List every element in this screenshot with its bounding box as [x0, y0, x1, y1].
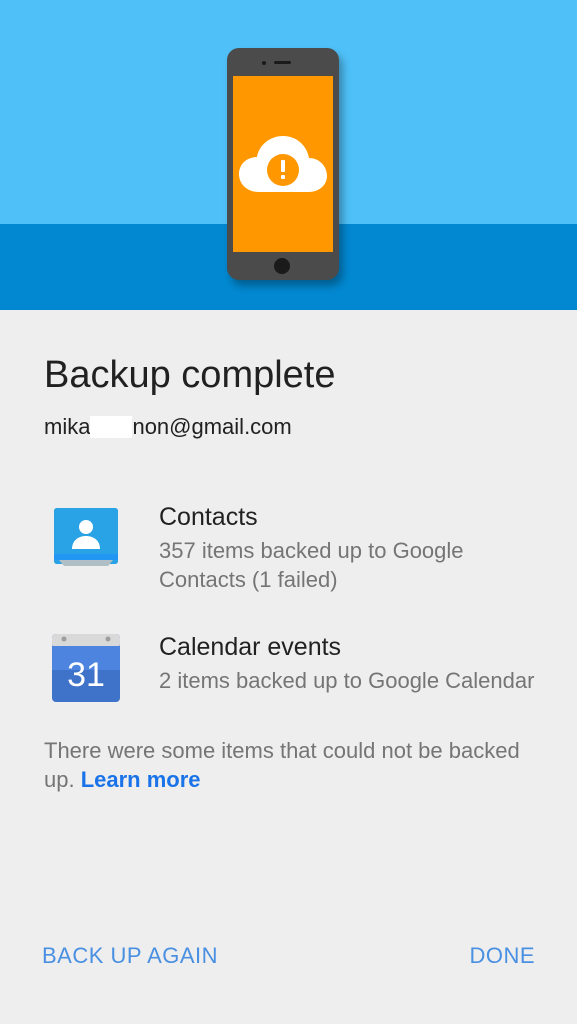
account-email-suffix: non@gmail.com — [132, 414, 292, 439]
account-email-prefix: mika — [44, 414, 91, 439]
calendar-icon: 31 — [52, 634, 120, 702]
redaction-mark — [90, 415, 133, 438]
phone-screen — [233, 76, 333, 252]
item-description: 357 items backed up to Google Contacts (… — [159, 538, 464, 592]
hero-illustration — [0, 0, 577, 310]
item-title: Contacts — [159, 503, 258, 531]
account-email: mika non@gmail.com — [44, 414, 292, 441]
item-title: Calendar events — [159, 633, 342, 661]
phone-illustration — [227, 48, 339, 280]
calendar-day: 31 — [67, 656, 105, 694]
item-description: 2 items backed up to Google Calendar — [159, 668, 535, 693]
done-button[interactable]: DONE — [469, 938, 535, 974]
backup-note: There were some items that could not be … — [44, 736, 534, 794]
learn-more-link[interactable]: Learn more — [81, 767, 201, 792]
contacts-icon — [54, 508, 118, 566]
phone-home-button — [274, 258, 290, 274]
phone-camera — [262, 61, 266, 65]
cloud-warning-icon — [239, 136, 327, 192]
back-up-again-button[interactable]: BACK UP AGAIN — [42, 938, 218, 974]
page-title: Backup complete — [44, 354, 336, 396]
calendar-text: Calendar events 2 items backed up to Goo… — [159, 632, 549, 695]
phone-speaker — [274, 61, 291, 64]
contacts-text: Contacts 357 items backed up to Google C… — [159, 502, 549, 594]
